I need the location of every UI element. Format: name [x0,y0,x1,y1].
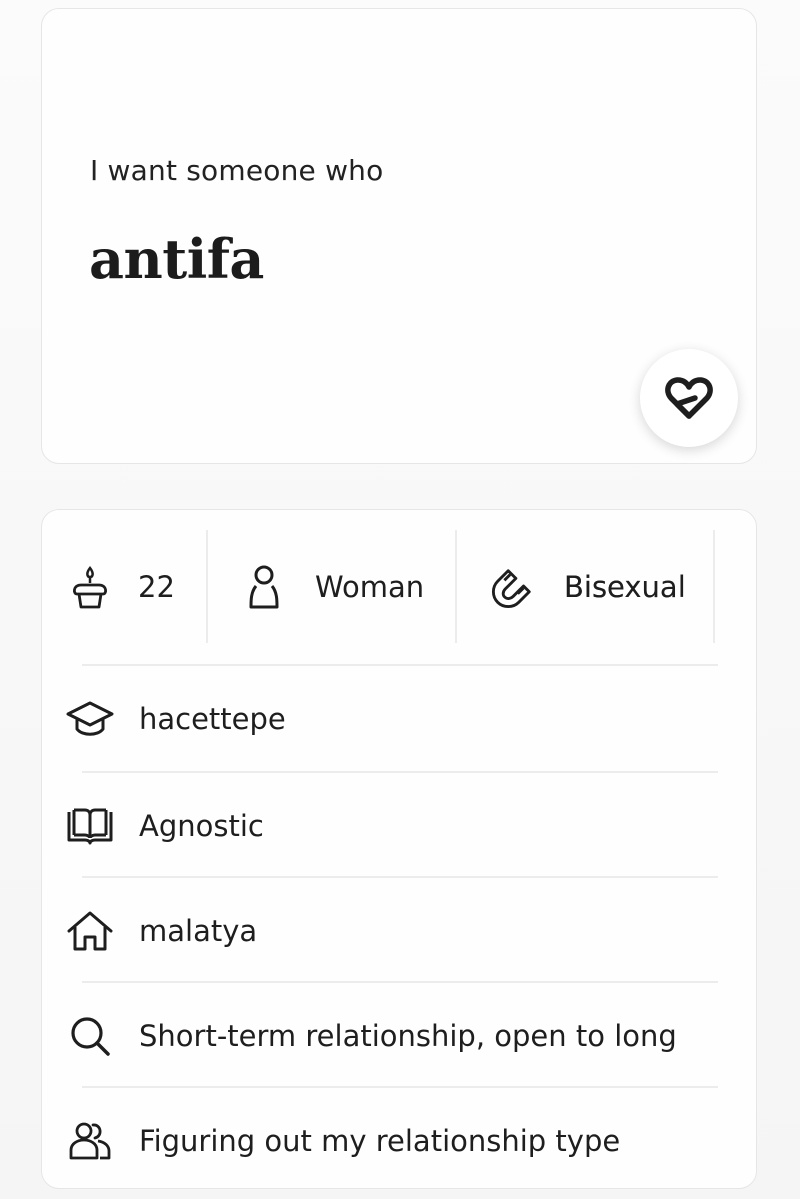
heart-icon [665,377,713,419]
like-button[interactable] [640,349,738,447]
vital-gender-value: Woman [315,569,425,604]
vital-age-value: 22 [138,569,175,604]
detail-hometown: malatya [42,878,756,983]
home-icon [64,905,116,957]
profile-info-card: 22 Woman Bisexual hacettepe Agnostic mal… [41,509,757,1189]
prompt-card: I want someone who antifa [41,8,757,464]
divider [455,530,457,643]
person-icon [242,565,286,609]
vital-sexuality-value: Bisexual [564,569,686,604]
detail-relationship-type: Figuring out my relationship type [42,1088,756,1193]
vital-sexuality: Bisexual [491,530,686,643]
cake-icon [68,565,112,609]
detail-education-value: hacettepe [139,701,286,736]
detail-hometown-value: malatya [139,913,258,948]
graduation-cap-icon [64,693,116,745]
book-icon [64,800,116,852]
detail-education: hacettepe [42,666,756,771]
vitals-row[interactable]: 22 Woman Bisexual [42,530,756,643]
vital-age: 22 [68,530,175,643]
search-icon [64,1010,116,1062]
prompt-question: I want someone who [90,154,384,187]
detail-relationship-type-value: Figuring out my relationship type [139,1123,621,1158]
people-icon [64,1115,116,1167]
divider [713,530,715,643]
magnet-icon [491,565,535,609]
divider [206,530,208,643]
prompt-answer: antifa [89,227,264,291]
vital-gender: Woman [242,530,424,643]
detail-looking-for: Short-term relationship, open to long [42,983,756,1088]
detail-religion-value: Agnostic [139,808,264,843]
detail-religion: Agnostic [42,773,756,878]
detail-looking-for-value: Short-term relationship, open to long [139,1018,677,1053]
